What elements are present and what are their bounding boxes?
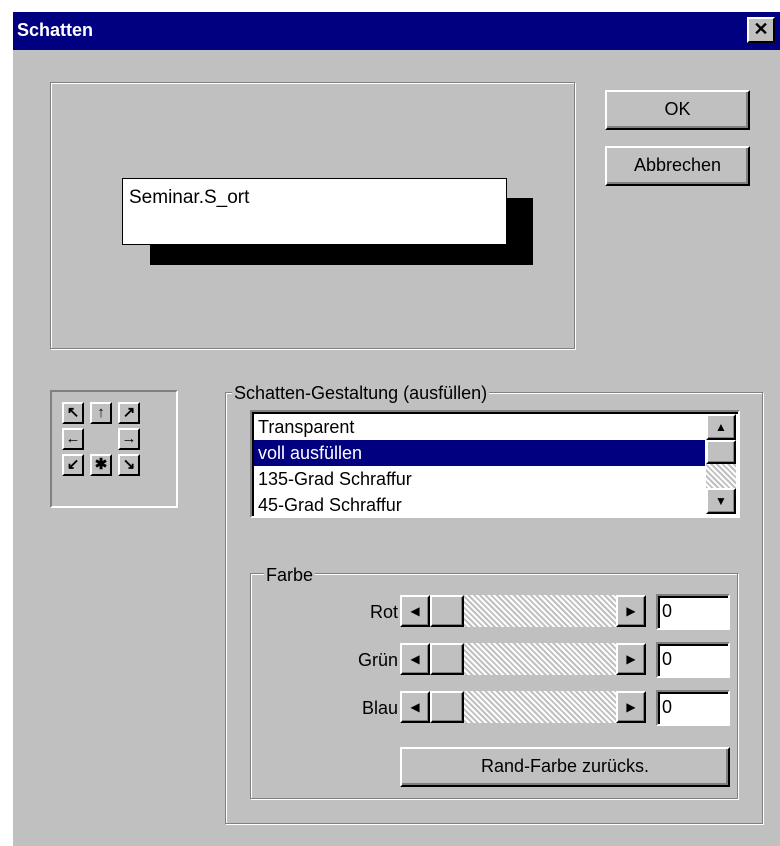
reset-border-color-label: Rand-Farbe zurücks. [480,756,650,776]
arrow-up-left-icon[interactable]: ↖ [62,402,84,424]
arrow-down-left-icon[interactable]: ↙ [62,454,84,476]
green-slider-left-button[interactable]: ◀ [400,643,430,675]
arrow-right-icon[interactable]: → [118,428,140,450]
red-slider-right-button[interactable]: ▶ [616,595,646,627]
arrow-right-icon: ▶ [626,700,636,714]
arrow-left-icon[interactable]: ← [62,428,84,450]
scroll-up-button[interactable]: ▲ [706,414,736,440]
reset-border-color-button[interactable]: Rand-Farbe zurücks. [400,747,730,787]
blue-slider-thumb[interactable] [430,691,464,723]
shadow-style-list[interactable]: Transparent voll ausfüllen 135-Grad Schr… [250,410,740,518]
green-value-field[interactable]: 0 [656,642,730,678]
arrow-right-icon: ▶ [626,604,636,618]
scroll-thumb[interactable] [706,440,736,464]
close-icon: ✕ [753,19,769,39]
color-group-label: Farbe [264,564,316,586]
blue-label: Blau [361,698,398,718]
scroll-down-button[interactable]: ▼ [706,488,736,514]
close-button[interactable]: ✕ [747,17,775,43]
arrow-down-right-icon[interactable]: ↘ [118,454,140,476]
list-item[interactable]: Transparent [254,414,705,440]
direction-pad: ↖ ↑ ↗ ← → ↙ ✱ ↘ [50,390,178,508]
blue-slider-right-button[interactable]: ▶ [616,691,646,723]
arrow-left-icon: ◀ [410,652,420,666]
scroll-up-icon: ▲ [715,420,727,434]
ok-button[interactable]: OK [605,90,750,130]
green-label: Grün [357,650,398,670]
dialog-title: Schatten [17,20,94,40]
red-slider-left-button[interactable]: ◀ [400,595,430,627]
arrow-up-right-icon[interactable]: ↗ [118,402,140,424]
arrow-up-icon[interactable]: ↑ [90,402,112,424]
blue-slider-left-button[interactable]: ◀ [400,691,430,723]
arrow-left-icon: ◀ [410,700,420,714]
ok-button-label: OK [664,99,691,119]
green-slider-thumb[interactable] [430,643,464,675]
center-shadow-icon[interactable]: ✱ [90,454,112,476]
preview-field: Seminar.S_ort [122,178,507,245]
red-value-field[interactable]: 0 [656,594,730,630]
list-item[interactable]: 45-Grad Schraffur [254,492,705,518]
red-slider-thumb[interactable] [430,595,464,627]
scroll-down-icon: ▼ [715,494,727,508]
blue-value-field[interactable]: 0 [656,690,730,726]
red-label: Rot [369,602,398,622]
preview-field-text: Seminar.S_ort [129,187,250,208]
cancel-button[interactable]: Abbrechen [605,146,750,186]
arrow-left-icon: ◀ [410,604,420,618]
shadow-style-items: Transparent voll ausfüllen 135-Grad Schr… [254,414,706,518]
green-slider-right-button[interactable]: ▶ [616,643,646,675]
list-item-selected[interactable]: voll ausfüllen [254,440,705,466]
arrow-right-icon: ▶ [626,652,636,666]
list-item[interactable]: 135-Grad Schraffur [254,466,705,492]
title-bar[interactable] [13,12,780,50]
shadow-style-group-label: Schatten-Gestaltung (ausfüllen) [232,382,490,404]
cancel-button-label: Abbrechen [633,155,722,175]
